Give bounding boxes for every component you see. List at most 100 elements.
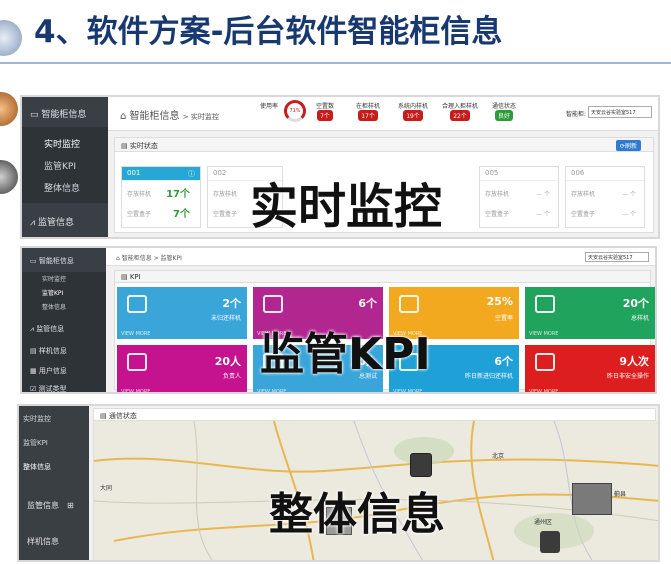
card-row-value: — 个 xyxy=(536,211,550,218)
sidebar-item-kpi[interactable]: 监管KPI xyxy=(44,159,108,172)
cabinet-marker-icon[interactable] xyxy=(572,483,612,515)
kpi-value: 6个 xyxy=(494,355,513,368)
sidebar-header[interactable]: ▭ 智能柜信息 xyxy=(30,256,106,266)
cabinet-card[interactable]: 001 ⓘ 存放样机 17个 空置盒子 7个 xyxy=(121,166,201,228)
sidebar-item-overall[interactable]: 整体信息 xyxy=(23,462,89,472)
panel-icon: ▤ xyxy=(121,142,128,150)
top-stats-bar: ⌂ 智能柜信息 > 实时监控 使用率 71% 空置数 7个 在柜样机 17个 系统内… xyxy=(108,97,658,131)
card-id: 005 xyxy=(480,167,558,181)
kpi-label: 昨日非安全操作 xyxy=(606,373,649,380)
card-row-label: 空置盒子 xyxy=(485,211,510,218)
overlay-kpi: 监管KPI xyxy=(260,329,431,380)
card-row-label: 空置盒子 xyxy=(213,211,238,218)
top-bar: ⌂ 智能柜信息 > 监管KPI 天安云谷实验室517 xyxy=(106,248,655,266)
stat-label: 通信状态 xyxy=(492,103,517,110)
kpi-label: 未归还样机 xyxy=(210,315,241,322)
kpi-tile[interactable]: 20个 总样机 VIEW MORE xyxy=(525,287,655,339)
kpi-icon xyxy=(263,295,283,313)
kpi-value: 20人 xyxy=(214,355,241,368)
sidebar-item-kpi[interactable]: 监管KPI xyxy=(42,288,106,297)
stat-reasonable: 合理入柜样机 22个 xyxy=(442,101,478,121)
sidebar-item-supervision[interactable]: 监管信息 ⊞ xyxy=(27,500,89,511)
sidebar-item-realtime[interactable]: 实时监控 xyxy=(44,137,108,150)
screenshot-realtime-monitor: ▭ 智能柜信息 实时监控 监管KPI 整体信息 ⩘ 监管信息 ⌂ 智能柜信息 >… xyxy=(20,95,660,239)
kpi-tile[interactable]: 2个未归还样机 VIEW MORE xyxy=(117,287,247,339)
card-row-label: 空置盒子 xyxy=(571,211,596,218)
card-id: 006 xyxy=(566,167,644,181)
kpi-value: 2个 xyxy=(222,297,241,310)
kpi-label: 昨日新进归还样机 xyxy=(464,373,513,380)
decor-circle-blue xyxy=(0,20,22,56)
sidebar-item-realtime[interactable]: 实时监控 xyxy=(23,414,89,424)
panel-header: ▤ 实时状态 xyxy=(115,138,653,152)
cabinet-card[interactable]: 006 存放样机 — 个 空置盒子 — 个 xyxy=(565,166,645,228)
sidebar-header[interactable]: ▭ 智能柜信息 xyxy=(30,107,108,120)
cabinet-card[interactable]: 005 存放样机 — 个 空置盒子 — 个 xyxy=(479,166,559,228)
cabinet-select[interactable]: 天安云谷实验室517 xyxy=(585,252,649,262)
user-icon: ▦ xyxy=(30,367,39,375)
card-row-value: — 个 xyxy=(622,191,636,198)
cabinet-select[interactable]: 天安云谷实验室517 xyxy=(588,106,652,118)
sidebar-item-overall[interactable]: 整体信息 xyxy=(42,302,106,311)
panel-title: KPI xyxy=(129,273,141,281)
refresh-button[interactable]: ⟳刷新 xyxy=(615,140,641,151)
view-more-link[interactable]: VIEW MORE xyxy=(257,389,286,392)
slide-title: 4、软件方案-后台软件智能柜信息 xyxy=(34,14,503,50)
panel-title: 实时状态 xyxy=(129,142,158,150)
kpi-value: 6个 xyxy=(358,297,377,310)
view-more-link[interactable]: VIEW MORE xyxy=(121,331,150,337)
card-row-value: — 个 xyxy=(622,211,636,218)
sidebar-item-supervision[interactable]: ⩘ 监管信息 xyxy=(30,215,108,228)
stat-value: 19个 xyxy=(403,110,423,121)
sidebar-header-label: 智能柜信息 xyxy=(41,110,87,120)
card-row-value: 17个 xyxy=(166,189,190,200)
card-row-value: — 个 xyxy=(536,191,550,198)
breadcrumb: ⌂ 智能柜信息 > 监管KPI xyxy=(116,255,182,262)
card-id: 001 xyxy=(127,169,141,177)
kpi-tile[interactable]: 9人次昨日非安全操作 VIEW MORE xyxy=(525,345,655,392)
breadcrumb-page: > 实时监控 xyxy=(182,113,219,121)
view-more-link[interactable]: VIEW MORE xyxy=(393,389,422,392)
card-row-label: 存放样机 xyxy=(571,191,596,198)
decor-circle-dark xyxy=(0,160,18,194)
sidebar-item-samples[interactable]: 样机信息 xyxy=(27,536,89,547)
sidebar-item-kpi[interactable]: 监管KPI xyxy=(23,438,89,448)
list-icon: ▤ xyxy=(30,347,39,355)
sidebar: ▭ 智能柜信息 实时监控 监管KPI 整体信息 ⩘ 监管信息 xyxy=(22,97,108,237)
sidebar-item-supervision[interactable]: ⩘ 监管信息 xyxy=(30,324,106,334)
stat-comm: 通信状态 良好 xyxy=(492,101,516,121)
usage-gauge: 71% xyxy=(284,100,306,122)
card-row-label: 存放样机 xyxy=(127,191,152,198)
panel-icon: ▤ xyxy=(100,412,109,420)
sidebar-item-samples[interactable]: ▤ 样机信息 xyxy=(30,346,106,356)
cabinet-marker-icon[interactable] xyxy=(410,453,432,477)
breadcrumb-home[interactable]: 智能柜信息 xyxy=(130,111,180,122)
map-label: 通州区 xyxy=(534,519,553,526)
sidebar-item-overall[interactable]: 整体信息 xyxy=(44,181,108,194)
stat-label: 系统内样机 xyxy=(398,103,429,110)
kpi-icon xyxy=(127,353,147,371)
sidebar-item-test-types[interactable]: ☑ 测试类型 xyxy=(30,384,106,392)
cabinet-marker-icon[interactable] xyxy=(540,531,560,553)
sidebar-item-realtime[interactable]: 实时监控 xyxy=(42,274,106,283)
decor-circle-orange xyxy=(0,92,18,126)
info-icon: ⓘ xyxy=(188,170,195,178)
sidebar-item-supervision-label: 监管信息 xyxy=(37,218,74,228)
stat-value: 22个 xyxy=(450,110,470,121)
breadcrumb: ⌂ 智能柜信息 > 实时监控 xyxy=(120,107,219,122)
view-more-link[interactable]: VIEW MORE xyxy=(529,331,558,337)
screenshot-overall: 实时监控 监管KPI 整体信息 监管信息 ⊞ 样机信息 ▤ 通信状态 大同 北京… xyxy=(17,404,660,562)
stat-label: 合理入柜样机 xyxy=(442,103,479,110)
kpi-value: 9人次 xyxy=(619,355,649,368)
panel-title: 通信状态 xyxy=(108,412,137,420)
kpi-value: 20个 xyxy=(622,297,649,310)
chart-icon: ⩘ xyxy=(30,218,36,228)
sidebar-item-users[interactable]: ▦ 用户信息 xyxy=(30,366,106,376)
stat-value: 良好 xyxy=(495,110,514,121)
view-more-link[interactable]: VIEW MORE xyxy=(529,389,558,392)
view-more-link[interactable]: VIEW MORE xyxy=(121,389,150,392)
cabinet-icon: ▭ xyxy=(30,110,39,120)
kpi-tile[interactable]: 20人 负责人 VIEW MORE xyxy=(117,345,247,392)
map-label: 蓟县 xyxy=(614,491,627,498)
sidebar-header-label: 智能柜信息 xyxy=(38,257,74,265)
